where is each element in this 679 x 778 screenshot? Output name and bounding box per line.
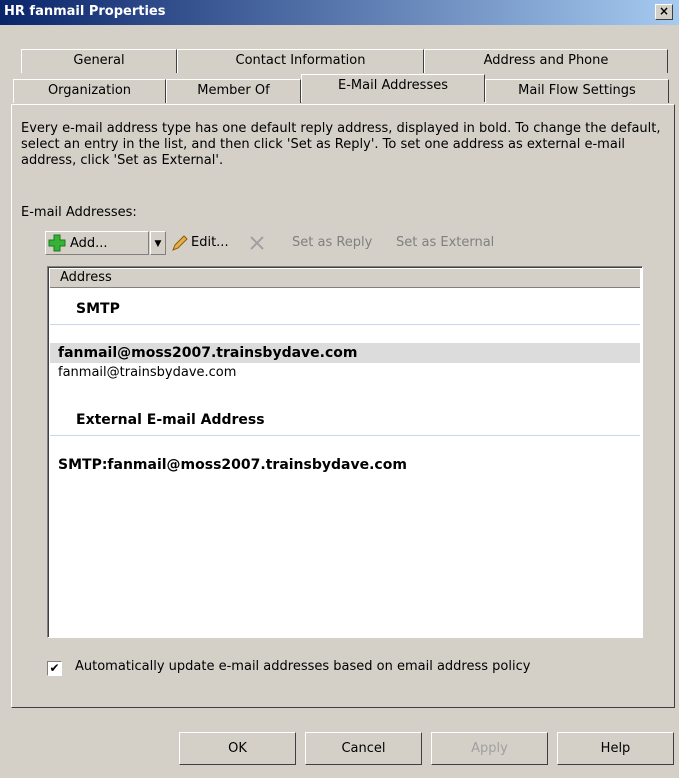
tab-member-of[interactable]: Member Of bbox=[166, 79, 301, 103]
cancel-button[interactable]: Cancel bbox=[305, 732, 422, 765]
tab-email-addresses[interactable]: E-Mail Addresses bbox=[301, 74, 485, 102]
add-button[interactable]: Add... bbox=[45, 231, 149, 255]
description-text: Every e-mail address type has one defaul… bbox=[21, 121, 661, 168]
tab-contact-information[interactable]: Contact Information bbox=[177, 49, 424, 73]
list-item-selected[interactable]: fanmail@moss2007.trainsbydave.com bbox=[50, 343, 640, 363]
list-item[interactable]: fanmail@trainsbydave.com bbox=[50, 363, 640, 383]
apply-button[interactable]: Apply bbox=[431, 732, 548, 765]
ok-button[interactable]: OK bbox=[179, 732, 296, 765]
tab-organization[interactable]: Organization bbox=[13, 79, 166, 103]
auto-update-checkbox[interactable]: ✔ bbox=[47, 661, 62, 676]
tab-general[interactable]: General bbox=[21, 49, 177, 73]
email-address-list[interactable]: Address SMTP fanmail@moss2007.trainsbyda… bbox=[47, 266, 643, 638]
auto-update-label[interactable]: Automatically update e-mail addresses ba… bbox=[75, 659, 530, 674]
add-dropdown-button[interactable]: ▼ bbox=[150, 231, 166, 255]
add-label: Add... bbox=[70, 236, 108, 251]
set-as-reply-button[interactable]: Set as Reply bbox=[292, 231, 372, 255]
tab-address-and-phone[interactable]: Address and Phone bbox=[424, 49, 668, 73]
group-smtp: SMTP bbox=[76, 301, 120, 317]
group-divider bbox=[50, 324, 640, 325]
email-addresses-label: E-mail Addresses: bbox=[21, 205, 137, 220]
set-as-external-button[interactable]: Set as External bbox=[396, 231, 494, 255]
pencil-icon bbox=[172, 235, 188, 251]
window-title: HR fanmail Properties bbox=[4, 4, 166, 19]
edit-label: Edit... bbox=[191, 235, 229, 250]
properties-dialog: HR fanmail Properties × General Contact … bbox=[0, 0, 679, 778]
list-item-external[interactable]: SMTP:fanmail@moss2007.trainsbydave.com bbox=[50, 455, 640, 475]
address-column-header[interactable]: Address bbox=[50, 269, 640, 288]
tab-mail-flow-settings[interactable]: Mail Flow Settings bbox=[485, 79, 669, 103]
help-button[interactable]: Help bbox=[557, 732, 674, 765]
x-icon bbox=[250, 236, 264, 250]
group-external-email-address: External E-mail Address bbox=[76, 412, 265, 428]
plus-icon bbox=[48, 234, 66, 252]
title-bar[interactable]: HR fanmail Properties × bbox=[0, 0, 679, 25]
close-button[interactable]: × bbox=[655, 4, 673, 20]
group-divider bbox=[50, 435, 640, 436]
